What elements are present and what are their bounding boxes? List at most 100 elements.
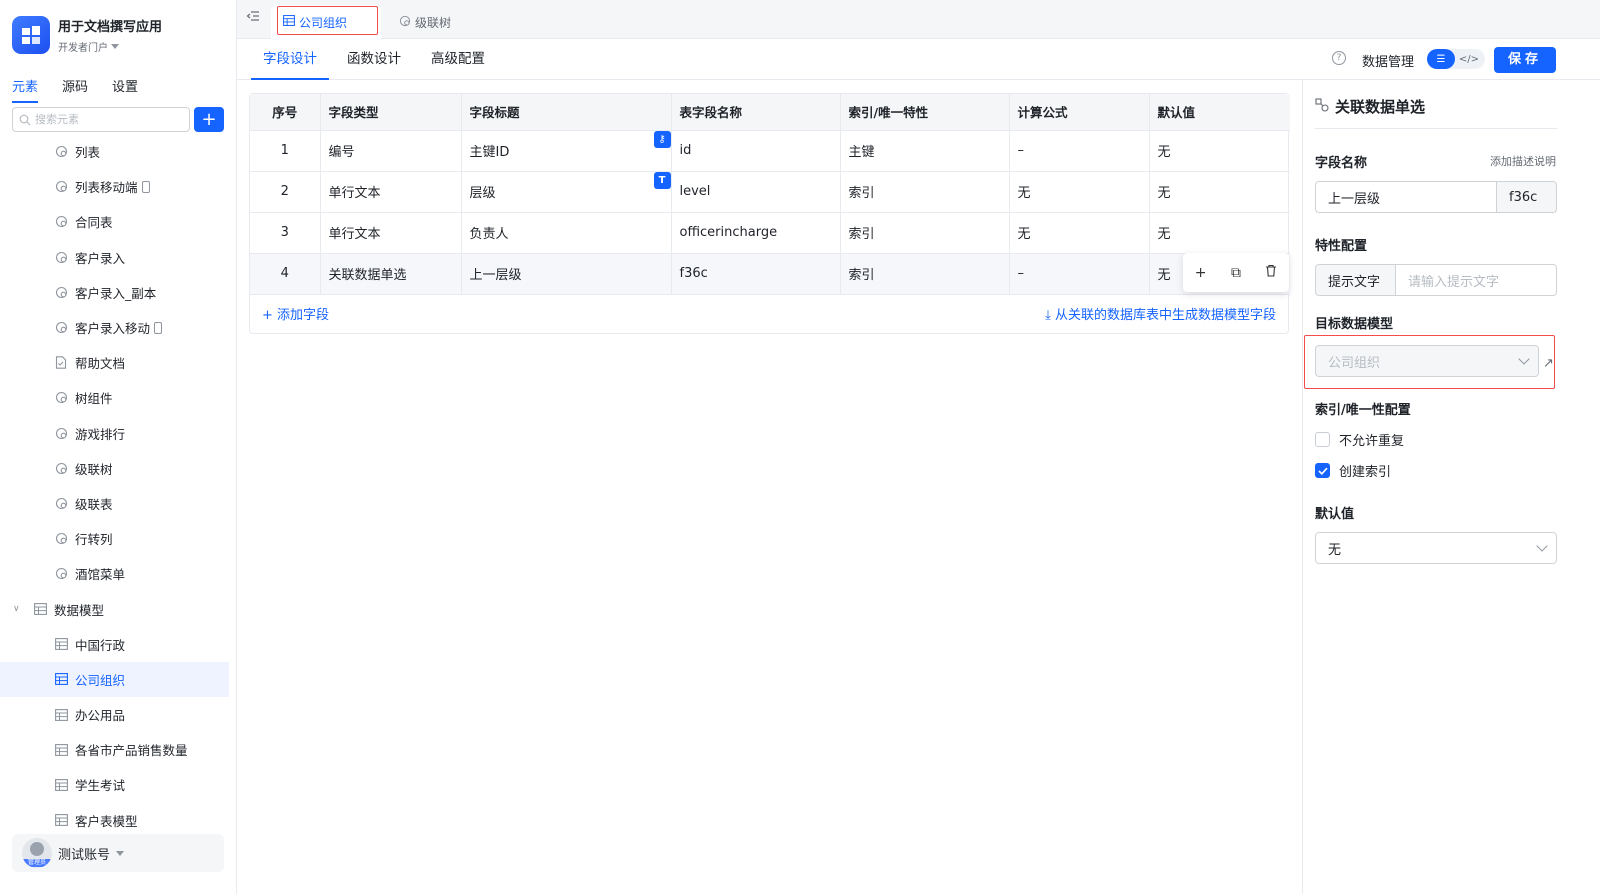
delete-icon[interactable]: [1261, 264, 1281, 281]
search-icon: [19, 114, 31, 125]
download-icon: ⤓: [1045, 307, 1055, 323]
tree-item-model[interactable]: 办公用品: [0, 697, 236, 732]
component-icon: [54, 426, 68, 440]
portal-switcher[interactable]: 开发者门户: [58, 39, 162, 54]
design-view-icon[interactable]: ☰: [1427, 49, 1455, 69]
sidebar-tab-elements[interactable]: 元素: [12, 76, 39, 103]
component-icon: [54, 180, 68, 194]
relation-icon: [1315, 97, 1329, 116]
field-name-label: 字段名称: [1315, 156, 1368, 171]
tree-item-model[interactable]: 学生考试: [0, 767, 236, 802]
table-row[interactable]: 1 编号 主键ID ⚷ id 主键 – 无: [250, 130, 1290, 172]
cell-default: 无: [1149, 130, 1290, 172]
cell-title: 层级 T: [461, 171, 672, 213]
cell-index: 主键: [840, 130, 1010, 172]
table-icon: [54, 708, 68, 722]
tree-item[interactable]: 列表移动端: [0, 169, 236, 204]
view-mode-toggle[interactable]: ☰ </>: [1427, 49, 1485, 69]
account-switcher[interactable]: 管理员 测试账号: [12, 834, 224, 872]
generate-fields-link[interactable]: ⤓ 从关联的数据库表中生成数据模型字段: [1045, 304, 1276, 323]
cell-name: officerincharge: [671, 212, 841, 254]
tree-item[interactable]: 树组件: [0, 380, 236, 415]
tab-cascade-tree[interactable]: 级联树: [387, 5, 463, 39]
cell-formula: 无: [1009, 171, 1150, 213]
sidebar-tab-source[interactable]: 源码: [62, 76, 88, 103]
tab-advanced-config[interactable]: 高级配置: [419, 39, 497, 80]
hint-input[interactable]: 请输入提示文字: [1395, 264, 1557, 296]
tree-item-label: 公司组织: [75, 672, 126, 688]
table-icon: [54, 672, 68, 686]
search-input[interactable]: [35, 113, 175, 126]
tree-item[interactable]: 合同表: [0, 204, 236, 239]
feature-config-label: 特性配置: [1315, 239, 1368, 254]
tree-item[interactable]: 客户录入移动: [0, 310, 236, 345]
tree-item[interactable]: 帮助文档: [0, 345, 236, 380]
panel-title-text: 关联数据单选: [1335, 98, 1426, 116]
add-element-button[interactable]: +: [194, 107, 224, 132]
cell-index: 索引: [840, 171, 1010, 213]
sidebar-tab-settings[interactable]: 设置: [112, 76, 138, 103]
tree-item-label: 中国行政: [75, 637, 126, 653]
tree-item[interactable]: 游戏排行: [0, 416, 236, 451]
tree-item-label: 列表: [75, 145, 101, 161]
cell-name: id: [671, 130, 841, 172]
tree-item-model[interactable]: 中国行政: [0, 627, 236, 662]
cell-title: 主键ID ⚷: [461, 130, 672, 172]
tree-item[interactable]: 酒馆菜单: [0, 556, 236, 591]
tree-item[interactable]: 客户录入_副本: [0, 275, 236, 310]
app-header[interactable]: 用于文档撰写应用 开发者门户: [12, 16, 162, 54]
table-row[interactable]: 3 单行文本 负责人 officerincharge 索引 无 无: [250, 212, 1290, 254]
tree-group-data-models[interactable]: ∨ 数据模型: [0, 591, 236, 626]
tree-item[interactable]: 行转列: [0, 521, 236, 556]
checkbox-box[interactable]: [1315, 432, 1330, 447]
index-config-label: 索引/唯一性配置: [1315, 403, 1411, 418]
tree-item-model[interactable]: 各省市产品销售数量: [0, 732, 236, 767]
code-view-icon[interactable]: </>: [1455, 49, 1483, 69]
default-value-select[interactable]: 无: [1315, 532, 1557, 564]
tree-item[interactable]: 列表: [0, 134, 236, 169]
data-management-label[interactable]: 数据管理: [1362, 51, 1414, 70]
tree-item[interactable]: 级联树: [0, 451, 236, 486]
tree-item-label: 列表移动端: [75, 180, 138, 196]
default-value: 无: [1328, 542, 1342, 558]
target-model-select[interactable]: 公司组织: [1315, 345, 1539, 377]
add-description-link[interactable]: 添加描述说明: [1490, 153, 1556, 169]
tab-field-design[interactable]: 字段设计: [251, 39, 329, 80]
tree-item[interactable]: 级联表: [0, 486, 236, 521]
checkbox-box-checked[interactable]: [1315, 463, 1330, 478]
table-icon: [33, 602, 47, 616]
caret-down-icon: [116, 850, 125, 856]
collapse-sidebar-icon[interactable]: [246, 9, 260, 23]
field-title-input[interactable]: 上一层级: [1315, 181, 1497, 213]
add-field-button[interactable]: + 添加字段: [262, 304, 329, 323]
tree-item-label: 树组件: [75, 391, 113, 407]
save-button[interactable]: 保存: [1494, 47, 1556, 73]
cell-index: 索引: [840, 253, 1010, 295]
tree-item-label: 客户表模型: [75, 813, 138, 829]
component-icon: [399, 15, 411, 30]
cell-type: 单行文本: [320, 212, 462, 254]
cell-formula: –: [1009, 253, 1150, 295]
table-icon: [54, 778, 68, 792]
no-duplicate-checkbox[interactable]: 不允许重复: [1315, 430, 1404, 449]
create-index-checkbox[interactable]: 创建索引: [1315, 461, 1391, 480]
open-model-link-icon[interactable]: ↗: [1543, 356, 1554, 371]
table-row-selected[interactable]: 4 关联数据单选 上一层级 f36c 索引 – 无: [250, 253, 1290, 295]
table-icon: [54, 637, 68, 651]
tree-item-label: 合同表: [75, 215, 113, 231]
row-action-popover: + ⧉: [1183, 253, 1289, 292]
target-model-label: 目标数据模型: [1315, 317, 1394, 332]
cell-formula: 无: [1009, 212, 1150, 254]
tree-item[interactable]: 客户录入: [0, 240, 236, 275]
help-icon[interactable]: ?: [1332, 51, 1346, 65]
column-header: 字段标题: [461, 94, 672, 131]
add-row-icon[interactable]: +: [1191, 265, 1211, 281]
copy-icon[interactable]: ⧉: [1226, 265, 1246, 281]
tab-company-org[interactable]: 公司组织: [271, 5, 381, 39]
table-row[interactable]: 2 单行文本 层级 T level 索引 无 无: [250, 171, 1290, 213]
table-icon: [54, 813, 68, 827]
field-key-input[interactable]: f36c: [1496, 181, 1557, 213]
tree-item-model[interactable]: 客户表模型: [0, 803, 236, 838]
tab-function-design[interactable]: 函数设计: [335, 39, 413, 80]
tree-item-model-selected[interactable]: 公司组织: [0, 661, 229, 697]
